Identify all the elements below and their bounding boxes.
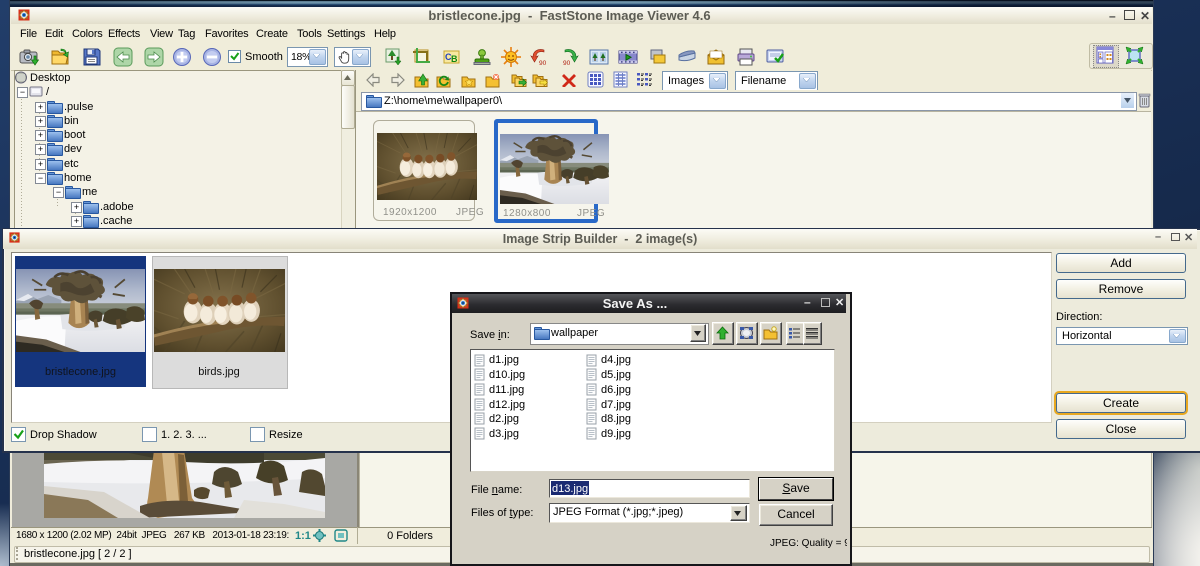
svg-text:90: 90 xyxy=(539,60,547,67)
svg-text:B: B xyxy=(451,54,458,64)
svg-text:90: 90 xyxy=(563,60,571,67)
